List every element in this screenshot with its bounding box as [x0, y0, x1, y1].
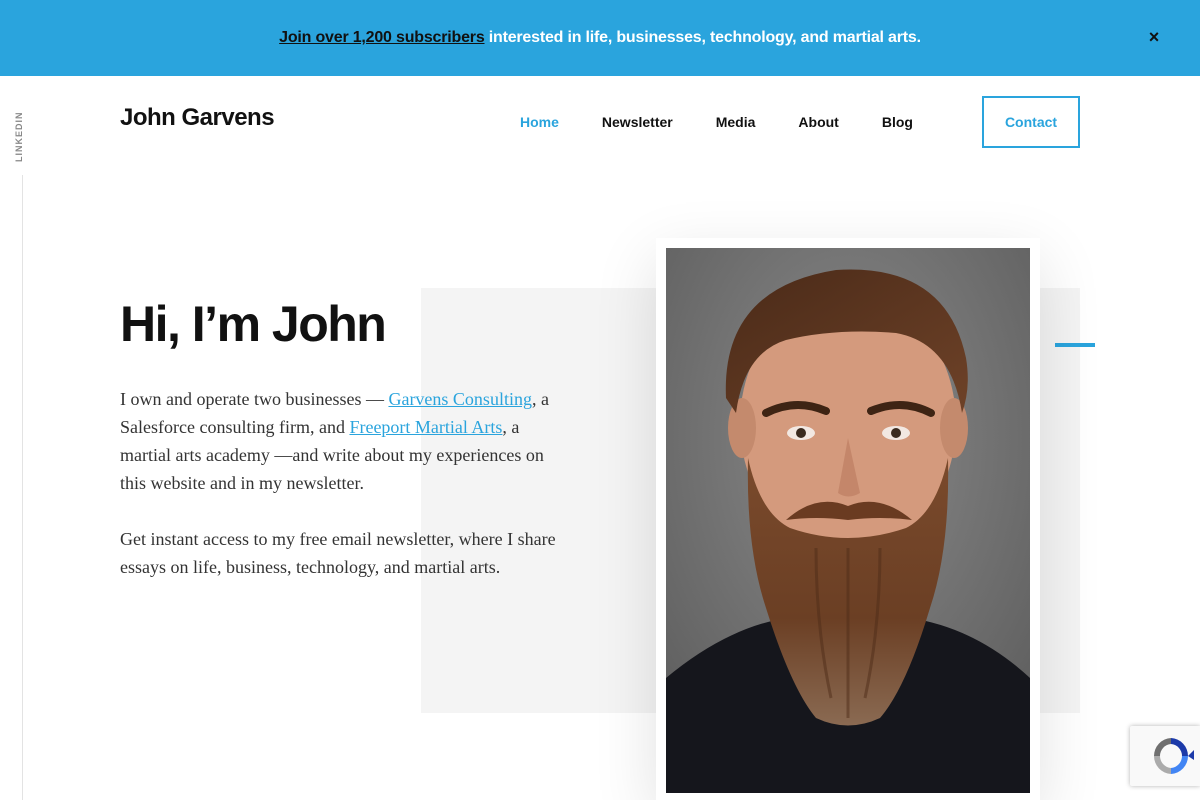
site-title[interactable]: John Garvens: [120, 104, 275, 132]
linkedin-label[interactable]: LINKEDIN: [14, 112, 24, 163]
portrait-photo: [666, 248, 1030, 793]
nav-media[interactable]: Media: [716, 114, 756, 130]
freeport-martial-arts-link[interactable]: Freeport Martial Arts: [349, 417, 502, 437]
subscribe-banner: Join over 1,200 subscribers interested i…: [0, 0, 1200, 76]
accent-line: [1055, 343, 1095, 347]
contact-button[interactable]: Contact: [982, 96, 1080, 148]
banner-text: interested in life, businesses, technolo…: [484, 29, 921, 46]
nav-about[interactable]: About: [798, 114, 838, 130]
recaptcha-icon: [1154, 738, 1194, 774]
intro-text-1: I own and operate two businesses —: [120, 389, 389, 409]
subscribe-link[interactable]: Join over 1,200 subscribers: [279, 29, 485, 46]
nav-blog[interactable]: Blog: [882, 114, 913, 130]
side-divider: [22, 175, 23, 800]
close-icon[interactable]: ×: [1146, 26, 1162, 48]
linkedin-side-link[interactable]: LINKEDIN: [14, 110, 32, 165]
hero-newsletter-paragraph: Get instant access to my free email news…: [120, 529, 556, 577]
hero-heading: Hi, I’m John: [120, 296, 387, 352]
garvens-consulting-link[interactable]: Garvens Consulting: [388, 389, 532, 409]
recaptcha-badge[interactable]: [1130, 726, 1200, 786]
portrait-illustration: [666, 248, 1030, 793]
portrait-card: [656, 238, 1040, 800]
nav-newsletter[interactable]: Newsletter: [602, 114, 673, 130]
banner-message: Join over 1,200 subscribers interested i…: [279, 29, 921, 47]
hero-intro-paragraph: I own and operate two businesses — Garve…: [120, 385, 570, 497]
main-nav: Home Newsletter Media About Blog: [520, 96, 956, 148]
nav-home[interactable]: Home: [520, 114, 559, 130]
